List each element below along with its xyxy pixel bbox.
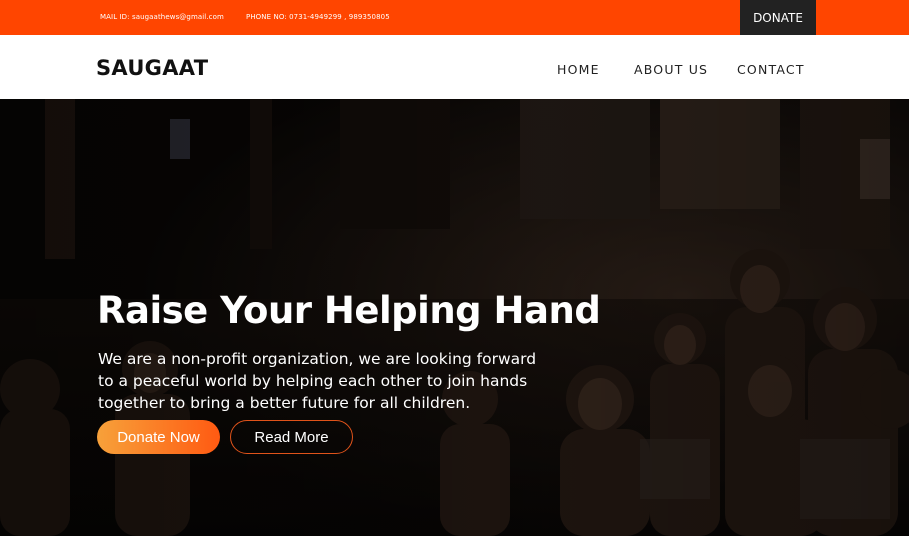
hero-title: Raise Your Helping Hand [97, 289, 601, 332]
nav-link-home[interactable]: HOME [557, 62, 600, 77]
hero-description: We are a non-profit organization, we are… [98, 350, 537, 412]
donate-now-button[interactable]: Donate Now [97, 420, 220, 454]
brand-logo[interactable]: SAUGAAT [96, 56, 208, 80]
nav-link-about-us[interactable]: ABOUT US [634, 62, 708, 77]
read-more-button[interactable]: Read More [230, 420, 353, 454]
mail-id-text: MAIL ID: saugaathews@gmail.com [100, 13, 224, 21]
navbar: SAUGAAT HOME ABOUT US CONTACT [0, 35, 909, 99]
donate-button[interactable]: DONATE [740, 0, 816, 35]
page: MAIL ID: saugaathews@gmail.com PHONE NO:… [0, 0, 909, 540]
top-bar: MAIL ID: saugaathews@gmail.com PHONE NO:… [0, 0, 909, 35]
hero-section: Raise Your Helping Hand We are a non-pro… [0, 99, 909, 536]
nav-link-contact[interactable]: CONTACT [737, 62, 805, 77]
phone-number-text: PHONE NO: 0731-4949299 , 989350805 [246, 13, 390, 21]
